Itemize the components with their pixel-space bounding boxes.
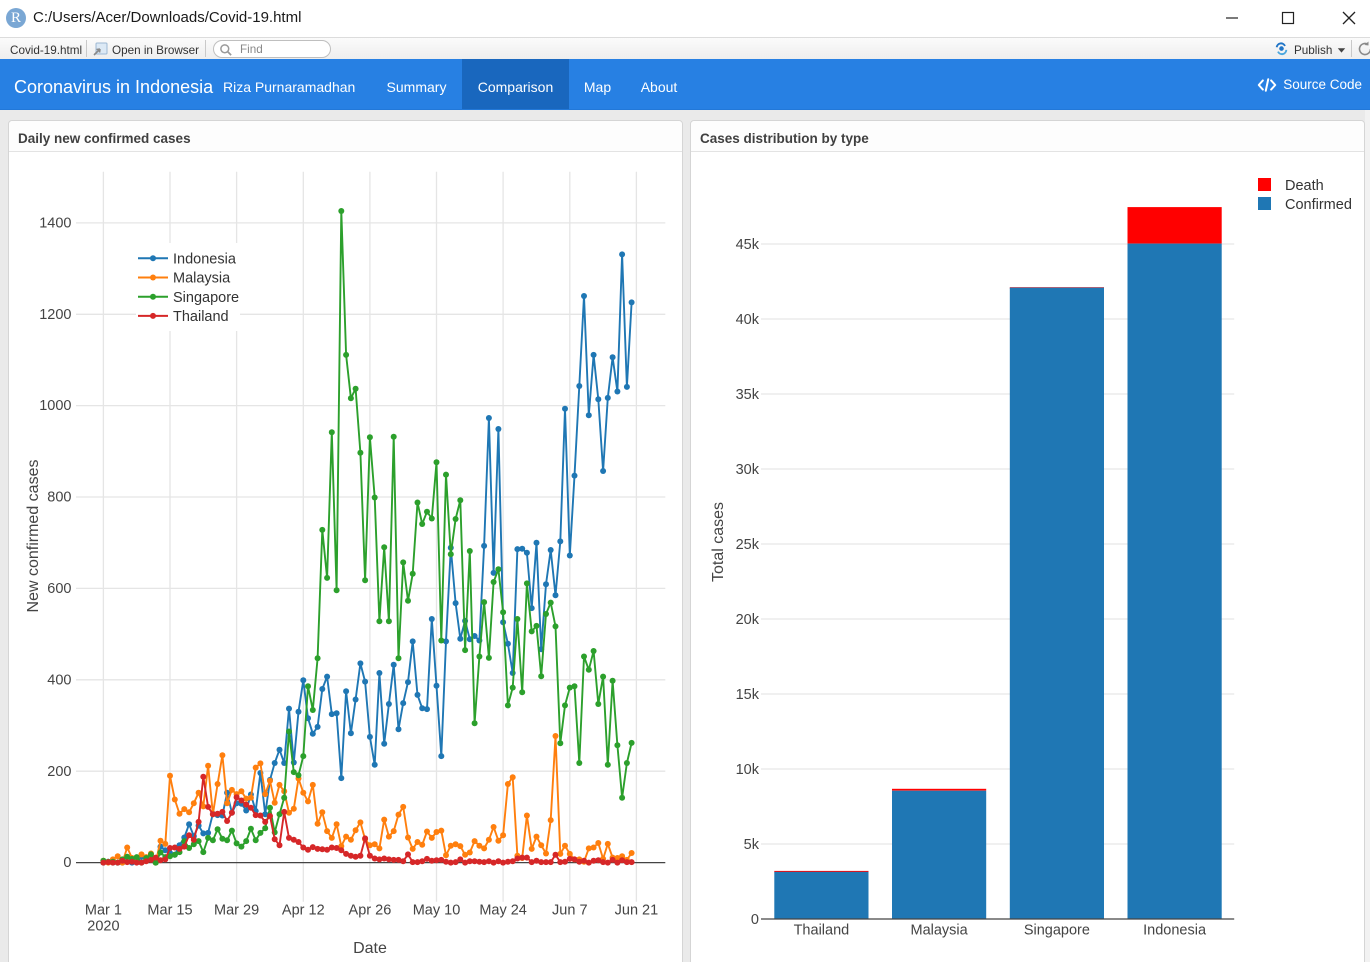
svg-text:Mar 1: Mar 1 <box>85 903 122 919</box>
svg-text:Death: Death <box>1285 178 1324 194</box>
svg-text:Malaysia: Malaysia <box>910 923 968 939</box>
svg-text:Malaysia: Malaysia <box>173 271 231 287</box>
svg-text:Apr 26: Apr 26 <box>349 903 392 919</box>
svg-text:40k: 40k <box>736 312 760 328</box>
svg-text:400: 400 <box>47 672 71 688</box>
svg-text:May 10: May 10 <box>413 903 461 919</box>
svg-text:5k: 5k <box>744 837 760 853</box>
svg-text:Singapore: Singapore <box>1024 923 1090 939</box>
svg-text:Date: Date <box>353 940 387 957</box>
svg-text:Singapore: Singapore <box>173 290 239 306</box>
svg-text:1400: 1400 <box>39 216 71 232</box>
svg-text:45k: 45k <box>736 237 760 253</box>
svg-text:2020: 2020 <box>87 919 119 935</box>
svg-text:15k: 15k <box>736 687 760 703</box>
svg-text:Total cases: Total cases <box>710 502 727 582</box>
svg-text:Indonesia: Indonesia <box>173 252 237 268</box>
svg-text:10k: 10k <box>736 762 760 778</box>
svg-text:35k: 35k <box>736 387 760 403</box>
svg-text:Mar 29: Mar 29 <box>214 903 259 919</box>
svg-text:30k: 30k <box>736 462 760 478</box>
svg-text:20k: 20k <box>736 612 760 628</box>
svg-text:Thailand: Thailand <box>794 923 850 939</box>
svg-text:1200: 1200 <box>39 307 71 323</box>
svg-text:Indonesia: Indonesia <box>1143 923 1207 939</box>
svg-text:1000: 1000 <box>39 398 71 414</box>
svg-text:Mar 15: Mar 15 <box>147 903 192 919</box>
svg-text:Jun 7: Jun 7 <box>552 903 587 919</box>
svg-text:Thailand: Thailand <box>173 309 229 325</box>
svg-text:25k: 25k <box>736 537 760 553</box>
svg-text:0: 0 <box>751 912 759 928</box>
svg-text:0: 0 <box>63 855 71 871</box>
svg-text:800: 800 <box>47 490 71 506</box>
svg-text:Jun 21: Jun 21 <box>615 903 659 919</box>
svg-text:600: 600 <box>47 581 71 597</box>
svg-text:May 24: May 24 <box>479 903 527 919</box>
svg-text:200: 200 <box>47 764 71 780</box>
svg-text:Confirmed: Confirmed <box>1285 197 1352 213</box>
svg-text:Apr 12: Apr 12 <box>282 903 325 919</box>
svg-text:New confirmed cases: New confirmed cases <box>25 460 42 613</box>
